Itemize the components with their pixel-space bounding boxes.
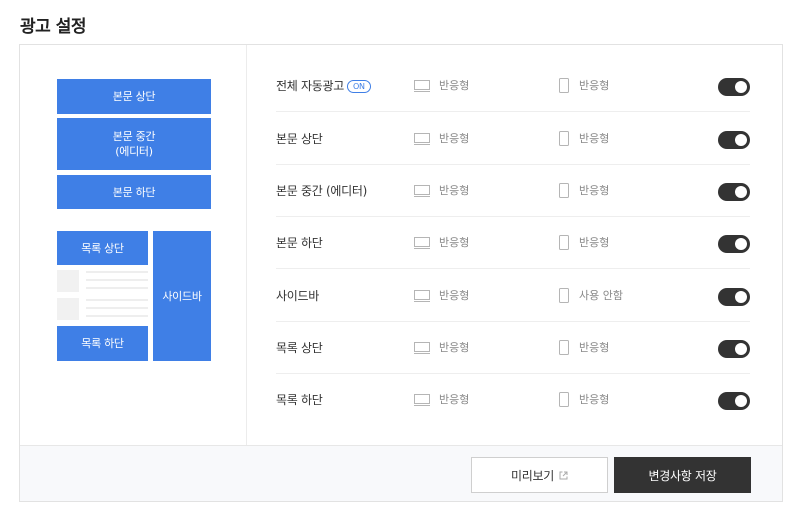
save-button-label: 변경사항 저장 xyxy=(648,468,717,483)
setting-label: 본문 상단 xyxy=(276,132,323,146)
toggle-switch[interactable] xyxy=(718,183,750,201)
monitor-icon xyxy=(414,290,430,302)
toggle-switch[interactable] xyxy=(718,131,750,149)
placeholder-line xyxy=(86,315,148,317)
monitor-icon xyxy=(414,237,430,249)
placeholder-line xyxy=(86,287,148,289)
pc-ad-type: 반응형 xyxy=(439,184,470,197)
on-badge: ON xyxy=(346,80,371,93)
monitor-icon xyxy=(414,133,430,145)
pc-ad-type: 반응형 xyxy=(439,341,470,354)
mobile-ad-type: 반응형 xyxy=(579,393,610,406)
preview-list-bottom[interactable]: 목록 하단 xyxy=(57,326,148,361)
toggle-switch[interactable] xyxy=(718,288,750,306)
toggle-knob xyxy=(735,291,747,303)
mobile-ad-type: 반응형 xyxy=(579,132,610,145)
pc-ad-type: 반응형 xyxy=(439,79,470,92)
page-title: 광고 설정 xyxy=(20,17,86,37)
placeholder-line xyxy=(86,279,148,281)
mobile-ad-type: 사용 안함 xyxy=(579,289,623,302)
save-changes-button[interactable]: 변경사항 저장 xyxy=(614,457,751,493)
setting-row: 목록 하단 반응형 반응형 xyxy=(276,374,750,426)
setting-label: 전체 자동광고 ON xyxy=(276,60,371,112)
toggle-knob xyxy=(735,81,747,93)
pc-ad-type: 반응형 xyxy=(439,236,470,249)
setting-label-text: 전체 자동광고 xyxy=(276,79,344,93)
setting-row: 본문 하단 반응형 반응형 xyxy=(276,217,750,269)
toggle-knob xyxy=(735,395,747,407)
preview-list-top-label: 목록 상단 xyxy=(81,241,124,255)
preview-body-middle-sublabel: (에디터) xyxy=(115,145,153,158)
toggle-knob xyxy=(735,343,747,355)
preview-sidebar[interactable]: 사이드바 xyxy=(153,231,211,361)
setting-label: 목록 하단 xyxy=(276,393,323,407)
monitor-icon xyxy=(414,394,430,406)
toggle-switch[interactable] xyxy=(718,392,750,410)
mobile-ad-type: 반응형 xyxy=(579,184,610,197)
setting-label: 사이드바 xyxy=(276,289,319,303)
setting-row: 본문 중간 (에디터) 반응형 반응형 xyxy=(276,165,750,217)
setting-label: 목록 상단 xyxy=(276,341,323,355)
smartphone-icon xyxy=(559,131,569,146)
smartphone-icon xyxy=(559,183,569,198)
preview-list-top[interactable]: 목록 상단 xyxy=(57,231,148,265)
mobile-ad-type: 반응형 xyxy=(579,236,610,249)
setting-row: 본문 상단 반응형 반응형 xyxy=(276,113,750,165)
monitor-icon xyxy=(414,342,430,354)
setting-row: 목록 상단 반응형 반응형 xyxy=(276,322,750,374)
external-link-icon xyxy=(559,471,568,479)
pc-ad-type: 반응형 xyxy=(439,393,470,406)
setting-row: 전체 자동광고 ON 반응형 반응형 xyxy=(276,60,750,112)
preview-body-middle-label: 본문 중간 xyxy=(112,130,156,143)
preview-body-bottom-label: 본문 하단 xyxy=(112,185,156,199)
monitor-icon xyxy=(414,185,430,197)
smartphone-icon xyxy=(559,392,569,407)
mobile-ad-type: 반응형 xyxy=(579,341,610,354)
toggle-knob xyxy=(735,134,747,146)
toggle-switch[interactable] xyxy=(718,340,750,358)
setting-label: 본문 하단 xyxy=(276,236,323,250)
panel-divider xyxy=(246,45,247,445)
toggle-knob xyxy=(735,238,747,250)
smartphone-icon xyxy=(559,340,569,355)
preview-body-bottom[interactable]: 본문 하단 xyxy=(57,175,211,209)
pc-ad-type: 반응형 xyxy=(439,289,470,302)
toggle-switch[interactable] xyxy=(718,78,750,96)
pc-ad-type: 반응형 xyxy=(439,132,470,145)
preview-button-label: 미리보기 xyxy=(511,468,554,483)
smartphone-icon xyxy=(559,78,569,93)
toggle-switch[interactable] xyxy=(718,235,750,253)
preview-body-top-label: 본문 상단 xyxy=(112,90,156,103)
placeholder-line xyxy=(86,271,148,273)
preview-list-bottom-label: 목록 하단 xyxy=(81,337,124,350)
placeholder-line xyxy=(86,307,148,309)
mobile-ad-type: 반응형 xyxy=(579,79,610,92)
preview-body-middle[interactable]: 본문 중간 (에디터) xyxy=(57,118,211,170)
ad-settings-panel: 본문 상단 본문 중간 (에디터) 본문 하단 목록 상단 목록 하단 사이드바 xyxy=(19,44,783,502)
placeholder-thumbnail xyxy=(57,298,79,320)
smartphone-icon xyxy=(559,235,569,250)
smartphone-icon xyxy=(559,288,569,303)
monitor-icon xyxy=(414,80,430,92)
preview-body-top[interactable]: 본문 상단 xyxy=(57,79,211,114)
toggle-knob xyxy=(735,186,747,198)
preview-sidebar-label: 사이드바 xyxy=(162,289,202,303)
setting-row: 사이드바 반응형 사용 안함 xyxy=(276,270,750,322)
preview-button[interactable]: 미리보기 xyxy=(471,457,608,493)
setting-label: 본문 중간 (에디터) xyxy=(276,184,367,198)
placeholder-line xyxy=(86,299,148,301)
placeholder-thumbnail xyxy=(57,270,79,292)
